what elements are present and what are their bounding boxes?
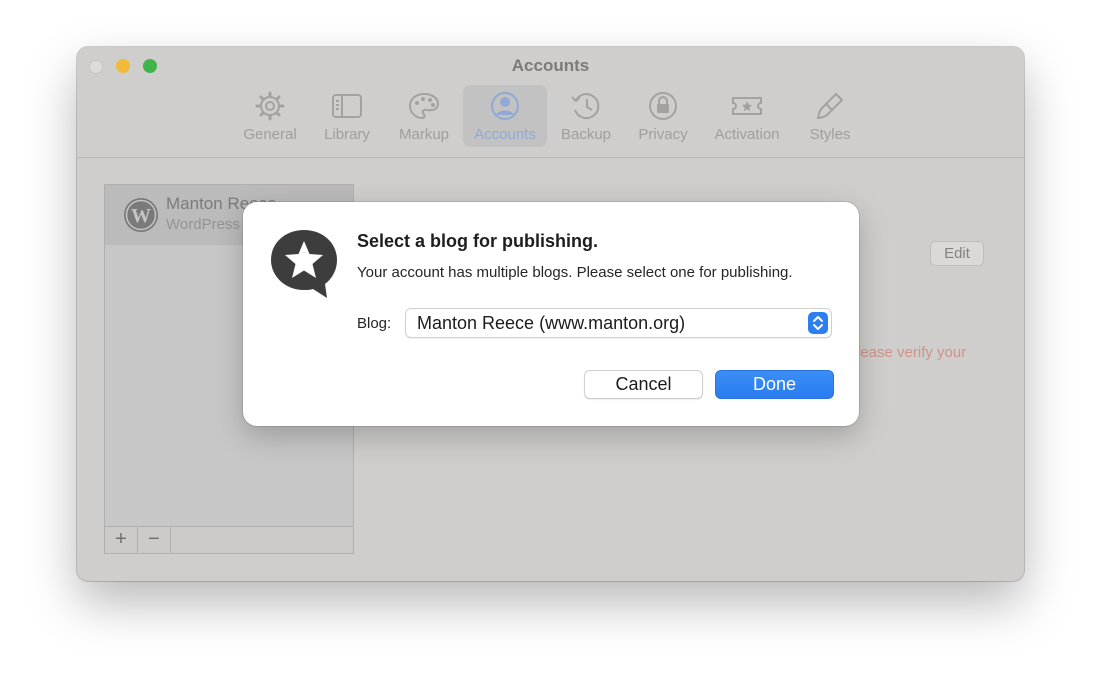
dialog-title: Select a blog for publishing. [357, 231, 599, 251]
tab-general[interactable]: General [233, 85, 307, 147]
preferences-toolbar: General Library Markup Accounts Backup P… [77, 85, 1024, 149]
blog-select-value: Manton Reece (www.manton.org) [417, 313, 686, 333]
select-blog-dialog: Select a blog for publishing. Your accou… [243, 202, 859, 426]
svg-text:W: W [131, 205, 151, 227]
wordpress-icon: W [124, 198, 158, 232]
tab-markup[interactable]: Markup [387, 85, 461, 147]
chevron-up-down-icon [813, 316, 823, 330]
account-list-footer: + − [105, 526, 353, 553]
tab-backup-label: Backup [560, 126, 612, 143]
tab-privacy[interactable]: Privacy [629, 85, 697, 147]
verify-warning-text: lease verify your [857, 344, 967, 361]
tab-library-label: Library [324, 126, 370, 143]
person-circle-icon [491, 92, 519, 120]
clock-history-icon [571, 93, 600, 120]
select-stepper [808, 312, 828, 334]
edit-button[interactable]: Edit [930, 241, 984, 266]
star-speech-bubble-icon [271, 230, 337, 298]
account-service: WordPress [166, 216, 240, 233]
done-button[interactable]: Done [715, 370, 834, 399]
blog-label: Blog: [357, 315, 392, 332]
ticket-icon [732, 97, 762, 115]
add-account-button[interactable]: + [105, 527, 138, 553]
tab-library[interactable]: Library [311, 85, 383, 147]
gear-icon [255, 91, 285, 121]
tab-activation-label: Activation [714, 126, 780, 143]
tab-accounts[interactable]: Accounts [463, 85, 547, 147]
tab-styles-label: Styles [809, 126, 851, 143]
palette-icon [408, 92, 440, 120]
blog-select[interactable]: Manton Reece (www.manton.org) [405, 308, 832, 338]
tab-styles[interactable]: Styles [797, 85, 863, 147]
tab-activation[interactable]: Activation [705, 85, 789, 147]
tab-general-label: General [243, 126, 297, 143]
titlebar: Accounts General Library Markup Accounts… [77, 47, 1024, 158]
library-icon [332, 94, 362, 118]
remove-account-button[interactable]: − [138, 527, 171, 553]
dialog-message: Your account has multiple blogs. Please … [357, 264, 793, 281]
tab-markup-label: Markup [398, 126, 450, 143]
tab-accounts-label: Accounts [474, 126, 536, 143]
tab-backup[interactable]: Backup [551, 85, 621, 147]
window-title: Accounts [511, 56, 590, 75]
tab-privacy-label: Privacy [638, 126, 688, 143]
paintbrush-icon [816, 92, 844, 120]
cancel-button[interactable]: Cancel [584, 370, 703, 399]
lock-icon [649, 92, 677, 120]
